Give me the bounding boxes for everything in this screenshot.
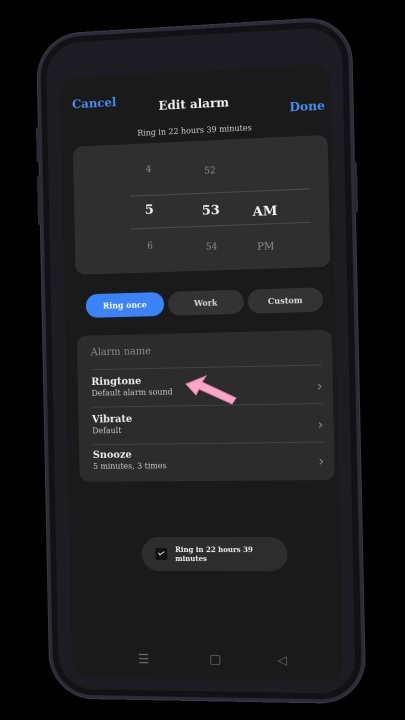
hour-selected[interactable]: 5	[134, 202, 164, 218]
chevron-right-icon: ›	[317, 417, 324, 434]
ampm-next[interactable]: PM	[251, 241, 282, 253]
minute-prev[interactable]: 52	[195, 166, 225, 177]
snooze-title: Snooze	[92, 449, 132, 462]
hour-next[interactable]: 6	[135, 241, 165, 252]
vibrate-value: Default	[92, 426, 122, 436]
hour-prev[interactable]: 4	[134, 165, 164, 176]
alarm-name-input[interactable]: Alarm name	[91, 346, 151, 358]
divider	[91, 364, 323, 371]
picker-divider	[130, 188, 311, 197]
toast: Ring in 22 hours 39 minutes	[141, 536, 288, 572]
home-icon[interactable]: ▢	[209, 652, 222, 667]
back-icon[interactable]: ◁	[277, 653, 287, 667]
stage: Cancel Edit alarm Done Ring in 22 hours …	[0, 0, 405, 720]
menu-icon[interactable]: ☰	[138, 652, 150, 667]
snooze-value: 5 minutes, 3 times	[92, 461, 167, 471]
time-picker[interactable]: 4 5 6 52 53 54 AM PM	[72, 134, 331, 275]
alarm-icon	[155, 548, 168, 560]
done-button[interactable]: Done	[289, 98, 325, 114]
minute-next[interactable]: 54	[196, 242, 226, 253]
chevron-right-icon: ›	[316, 378, 323, 395]
nav-bar: ☰ ▢ ◁	[72, 649, 343, 677]
minute-selected[interactable]: 53	[196, 203, 226, 219]
ampm-selected[interactable]: AM	[250, 204, 281, 220]
pointer-arrow-icon	[185, 374, 237, 405]
side-button	[36, 175, 42, 226]
ring-once-chip[interactable]: Ring once	[85, 291, 165, 318]
picker-divider	[131, 221, 311, 230]
work-chip[interactable]: Work	[167, 289, 244, 316]
side-button	[352, 162, 359, 214]
toast-text: Ring in 22 hours 39 minutes	[174, 545, 253, 564]
custom-chip[interactable]: Custom	[247, 287, 324, 314]
snooze-row[interactable]: Snooze 5 minutes, 3 times ›	[93, 448, 325, 484]
phone-frame: Cancel Edit alarm Done Ring in 22 hours …	[35, 16, 366, 704]
chevron-right-icon: ›	[318, 453, 325, 471]
side-button	[35, 126, 41, 163]
